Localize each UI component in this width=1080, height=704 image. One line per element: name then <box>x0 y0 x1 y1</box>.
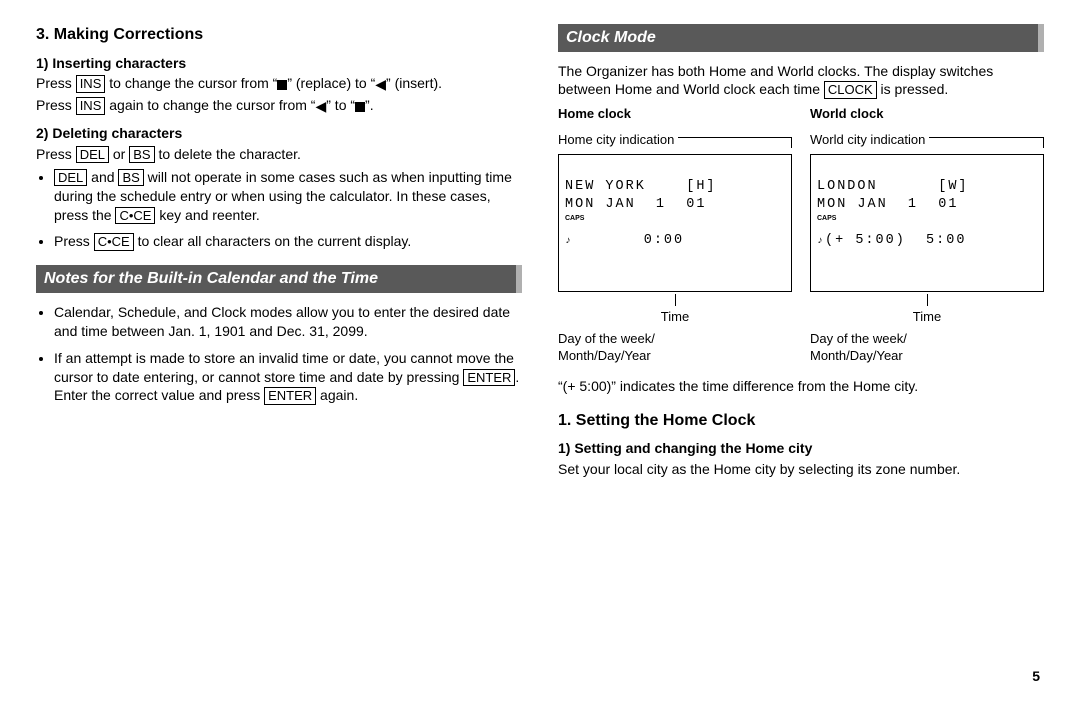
key-cce: C•CE <box>94 233 134 251</box>
right-column: Clock Mode The Organizer has both Home a… <box>558 24 1044 481</box>
key-enter: ENTER <box>463 369 515 387</box>
notes-bullet-1: Calendar, Schedule, and Clock modes allo… <box>54 303 522 341</box>
home-clock-block: Home clock Home city indication NEW YORK… <box>558 105 792 366</box>
heading-setting-home-clock: 1. Setting the Home Clock <box>558 410 1044 432</box>
clock-displays: Home clock Home city indication NEW YORK… <box>558 105 1044 366</box>
insert-cursor-icon: ◀ <box>315 97 326 116</box>
insert-cursor-icon: ◀ <box>375 75 386 94</box>
time-diff-note: “(+ 5:00)” indicates the time difference… <box>558 377 1044 396</box>
key-cce: C•CE <box>115 207 155 225</box>
deleting-bullet-1: DEL and BS will not operate in some case… <box>54 168 522 225</box>
home-clock-title: Home clock <box>558 105 792 123</box>
world-clock-block: World clock World city indication LONDON… <box>810 105 1044 366</box>
inserting-p2: Press INS again to change the cursor fro… <box>36 96 522 116</box>
page-number: 5 <box>1032 667 1040 686</box>
pointer-line <box>678 137 792 148</box>
deleting-bullets: DEL and BS will not operate in some case… <box>36 168 522 252</box>
world-lcd: LONDON [W]MON JAN 1 01CAPS♪(+ 5:00) 5:00 <box>810 154 1044 292</box>
day-label: Day of the week/ Month/Day/Year <box>810 330 1044 365</box>
key-ins: INS <box>76 97 106 115</box>
heading-setting-home-city: 1) Setting and changing the Home city <box>558 439 1044 458</box>
banner-clock-mode: Clock Mode <box>558 24 1044 52</box>
day-label: Day of the week/ Month/Day/Year <box>558 330 792 365</box>
world-clock-title: World clock <box>810 105 1044 123</box>
heading-inserting: 1) Inserting characters <box>36 54 522 73</box>
key-del: DEL <box>54 169 87 187</box>
inserting-p1: Press INS to change the cursor from “” (… <box>36 74 522 94</box>
deleting-bullet-2: Press C•CE to clear all characters on th… <box>54 232 522 251</box>
key-ins: INS <box>76 75 106 93</box>
home-lcd: NEW YORK [H]MON JAN 1 01CAPS♪ 0:00 <box>558 154 792 292</box>
notes-bullets: Calendar, Schedule, and Clock modes allo… <box>36 303 522 405</box>
caps-indicator: CAPS <box>565 214 584 223</box>
key-clock: CLOCK <box>824 81 877 99</box>
time-label: Time <box>913 308 941 326</box>
clock-intro: The Organizer has both Home and World cl… <box>558 62 1044 100</box>
replace-cursor-icon <box>277 80 287 90</box>
left-column: 3. Making Corrections 1) Inserting chara… <box>36 24 522 481</box>
key-bs: BS <box>118 169 143 187</box>
caps-indicator: CAPS <box>817 214 836 223</box>
pointer-line <box>929 137 1044 148</box>
deleting-p1: Press DEL or BS to delete the character. <box>36 145 522 164</box>
alarm-icon: ♪ <box>565 236 573 247</box>
setting-home-city-p: Set your local city as the Home city by … <box>558 460 1044 479</box>
key-enter: ENTER <box>264 387 316 405</box>
heading-deleting: 2) Deleting characters <box>36 124 522 143</box>
banner-notes: Notes for the Built-in Calendar and the … <box>36 265 522 293</box>
world-city-indication-label: World city indication <box>810 131 925 149</box>
notes-bullet-2: If an attempt is made to store an invali… <box>54 349 522 406</box>
time-label: Time <box>661 308 689 326</box>
alarm-icon: ♪ <box>817 236 825 247</box>
key-bs: BS <box>129 146 154 164</box>
home-city-indication-label: Home city indication <box>558 131 674 149</box>
replace-cursor-icon <box>355 102 365 112</box>
key-del: DEL <box>76 146 109 164</box>
heading-making-corrections: 3. Making Corrections <box>36 24 522 46</box>
